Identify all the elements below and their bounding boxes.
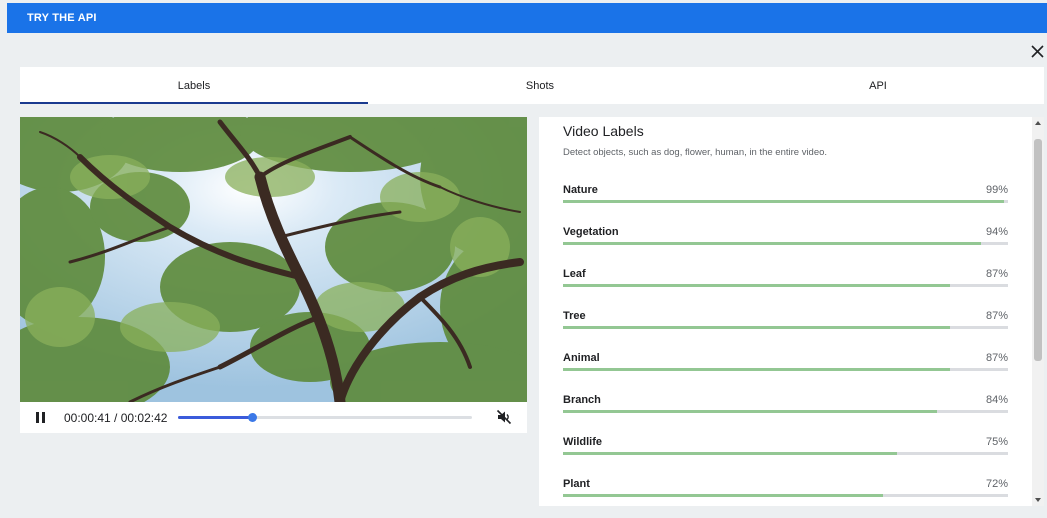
- pause-button[interactable]: [36, 411, 48, 425]
- confidence-bar-fill: [563, 452, 897, 455]
- tree-canopy-image: [20, 117, 527, 402]
- confidence-bar-fill: [563, 410, 937, 413]
- close-icon: [1030, 44, 1044, 58]
- seek-bar[interactable]: [178, 413, 472, 422]
- confidence-bar: [563, 326, 1008, 329]
- label-name: Vegetation: [563, 226, 619, 238]
- pause-icon: [36, 412, 39, 423]
- confidence-bar-fill: [563, 326, 951, 329]
- label-percent: 99%: [985, 184, 1008, 196]
- tab-bar: Labels Shots API: [20, 67, 1044, 104]
- confidence-bar: [563, 242, 1008, 245]
- scroll-up-icon: [1035, 121, 1041, 125]
- labels-scrollbar[interactable]: [1032, 117, 1044, 506]
- label-name: Leaf: [563, 268, 586, 280]
- tab-label: Shots: [525, 79, 555, 92]
- mute-button[interactable]: [496, 409, 512, 425]
- label-row: Vegetation 94%: [563, 226, 1008, 250]
- label-row: Tree 87%: [563, 310, 1008, 334]
- scroll-down-button[interactable]: [1032, 494, 1044, 506]
- scroll-down-icon: [1035, 498, 1041, 502]
- tab-labels[interactable]: Labels: [20, 67, 368, 104]
- label-percent: 87%: [985, 268, 1008, 280]
- label-percent: 87%: [985, 352, 1008, 364]
- confidence-bar: [563, 368, 1008, 371]
- label-name: Tree: [563, 310, 586, 322]
- confidence-bar: [563, 284, 1008, 287]
- seek-thumb[interactable]: [248, 413, 258, 422]
- seek-progress: [178, 416, 253, 419]
- confidence-bar: [563, 494, 1008, 497]
- tab-api[interactable]: API: [712, 67, 1044, 104]
- label-name: Wildlife: [563, 436, 603, 448]
- labels-description: Detect objects, such as dog, flower, hum…: [563, 147, 828, 158]
- confidence-bar: [563, 452, 1008, 455]
- top-app-bar: TRY THE API: [7, 3, 1047, 33]
- scroll-thumb[interactable]: [1034, 139, 1042, 361]
- confidence-bar-fill: [563, 368, 951, 371]
- label-percent: 72%: [985, 478, 1008, 490]
- label-row: Leaf 87%: [563, 268, 1008, 292]
- tab-shots[interactable]: Shots: [368, 67, 712, 104]
- label-name: Animal: [563, 352, 600, 364]
- confidence-bar-fill: [563, 242, 982, 245]
- video-controls: 00:00:41 / 00:02:42: [20, 402, 527, 433]
- label-row: Branch 84%: [563, 394, 1008, 418]
- tab-label: API: [869, 79, 887, 92]
- labels-title: Video Labels: [563, 123, 644, 139]
- label-row: Animal 87%: [563, 352, 1008, 376]
- scroll-up-button[interactable]: [1032, 117, 1044, 129]
- label-row: Nature 99%: [563, 184, 1008, 208]
- label-name: Branch: [563, 394, 601, 406]
- label-row: Wildlife 75%: [563, 436, 1008, 460]
- confidence-bar: [563, 200, 1008, 203]
- app-title: TRY THE API: [27, 12, 97, 24]
- label-percent: 84%: [985, 394, 1008, 406]
- tab-label: Labels: [177, 79, 211, 92]
- label-percent: 75%: [985, 436, 1008, 448]
- label-row: Plant 72%: [563, 478, 1008, 502]
- confidence-bar: [563, 410, 1008, 413]
- label-name: Nature: [563, 184, 598, 196]
- confidence-bar-fill: [563, 494, 884, 497]
- time-display: 00:00:41 / 00:02:42: [64, 411, 168, 425]
- volume-muted-icon: [496, 409, 512, 425]
- label-name: Plant: [563, 478, 590, 490]
- label-percent: 87%: [985, 310, 1008, 322]
- video-labels-panel: Video Labels Detect objects, such as dog…: [539, 117, 1032, 506]
- label-percent: 94%: [985, 226, 1008, 238]
- confidence-bar-fill: [563, 200, 1004, 203]
- close-button[interactable]: [1028, 42, 1046, 60]
- video-frame[interactable]: [20, 117, 527, 402]
- video-player: 00:00:41 / 00:02:42: [20, 117, 527, 433]
- confidence-bar-fill: [563, 284, 951, 287]
